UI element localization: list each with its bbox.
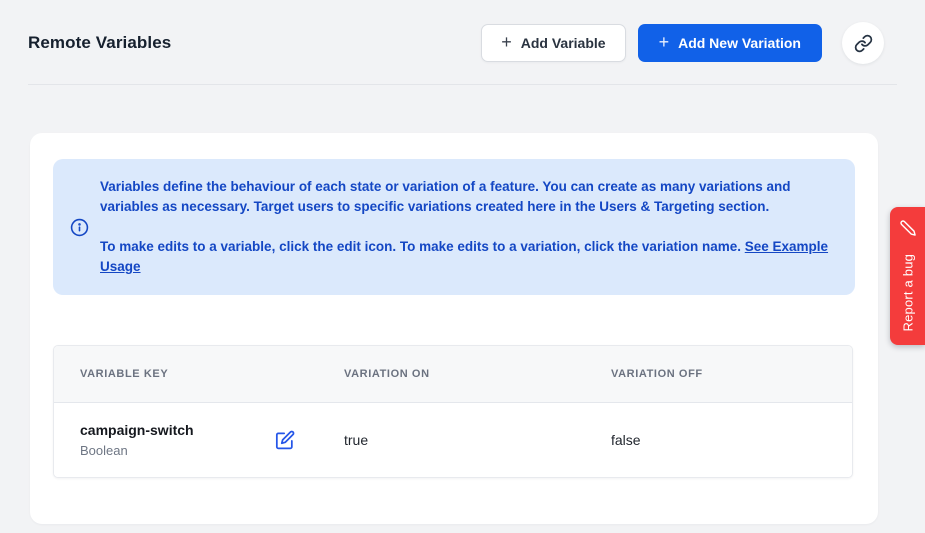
variation-off-value: false — [611, 432, 852, 448]
report-bug-label: Report a bug — [900, 246, 915, 331]
add-new-variation-button[interactable]: + Add New Variation — [638, 24, 822, 62]
info-paragraph-2: To make edits to a variable, click the e… — [100, 237, 839, 277]
variation-on-value: true — [344, 432, 611, 448]
edit-variable-button[interactable] — [273, 428, 297, 452]
variable-key-type: Boolean — [80, 442, 194, 460]
info-icon — [70, 218, 89, 237]
table-row: campaign-switch Boolean true false — [54, 403, 852, 477]
plus-icon: + — [659, 33, 670, 51]
add-variable-label: Add Variable — [521, 35, 606, 51]
header-actions: + Add Variable + Add New Variation — [481, 22, 884, 64]
variable-key-info: campaign-switch Boolean — [80, 421, 194, 460]
link-icon — [854, 34, 873, 53]
variable-key-cell: campaign-switch Boolean — [80, 421, 344, 460]
column-header-variation-on: VARIATION ON — [344, 368, 611, 380]
column-header-variable-key: VARIABLE KEY — [80, 368, 344, 380]
report-bug-tab-inner: Report a bug — [890, 207, 925, 345]
info-paragraph-1: Variables define the behaviour of each s… — [100, 177, 839, 217]
copy-link-button[interactable] — [842, 22, 884, 64]
variables-table: VARIABLE KEY VARIATION ON VARIATION OFF … — [53, 345, 853, 478]
page-title: Remote Variables — [28, 33, 171, 53]
table-header-row: VARIABLE KEY VARIATION ON VARIATION OFF — [54, 346, 852, 403]
page-header: Remote Variables + Add Variable + Add Ne… — [0, 0, 925, 84]
column-header-variation-off: VARIATION OFF — [611, 368, 852, 380]
pencil-icon — [899, 219, 916, 236]
variable-key-name: campaign-switch — [80, 421, 194, 440]
report-bug-tab[interactable]: Report a bug — [890, 207, 925, 345]
header-divider — [28, 84, 897, 85]
info-paragraph-2-text: To make edits to a variable, click the e… — [100, 239, 741, 254]
add-new-variation-label: Add New Variation — [678, 35, 801, 51]
add-variable-button[interactable]: + Add Variable — [481, 24, 625, 62]
edit-icon — [275, 430, 295, 450]
variables-card: Variables define the behaviour of each s… — [30, 133, 878, 524]
info-text: Variables define the behaviour of each s… — [100, 177, 839, 277]
info-banner: Variables define the behaviour of each s… — [53, 159, 855, 295]
plus-icon: + — [501, 33, 512, 51]
